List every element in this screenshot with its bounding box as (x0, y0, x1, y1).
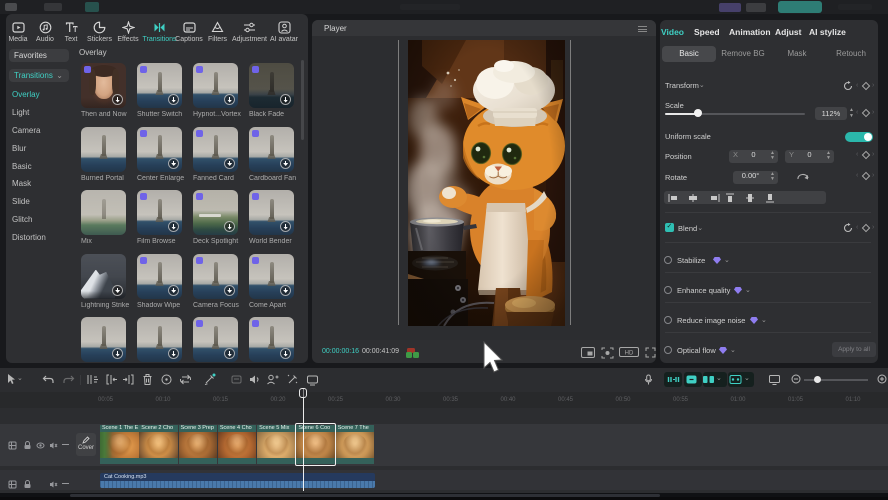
svg-text:HD: HD (625, 351, 634, 357)
